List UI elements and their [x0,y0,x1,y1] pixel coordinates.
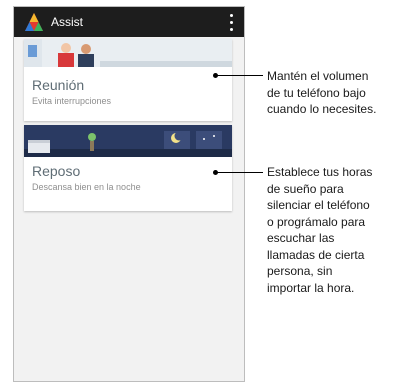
app-title: Assist [51,15,84,29]
sleep-illustration [24,125,232,157]
callout-2-text: Establece tus horas de sueño para silenc… [267,165,373,295]
phone-screen: Assist Reunión Evita interrupciones Repo… [13,6,245,382]
assist-logo-icon [25,13,43,31]
card-sleep[interactable]: Reposo Descansa bien en la noche [24,125,232,211]
callout-1-line [215,75,263,76]
card-meeting-title: Reunión [32,77,85,93]
overflow-menu-icon[interactable] [224,14,238,31]
card-sleep-title: Reposo [32,163,81,179]
callout-1-text: Mantén el volumen de tu teléfono bajo cu… [267,69,377,116]
card-meeting-subtitle: Evita interrupciones [32,96,112,106]
meeting-illustration [24,39,232,67]
card-meeting[interactable]: Reunión Evita interrupciones [24,39,232,121]
app-bar: Assist [14,7,244,37]
card-sleep-subtitle: Descansa bien en la noche [32,182,141,192]
callout-2-line [215,172,263,173]
